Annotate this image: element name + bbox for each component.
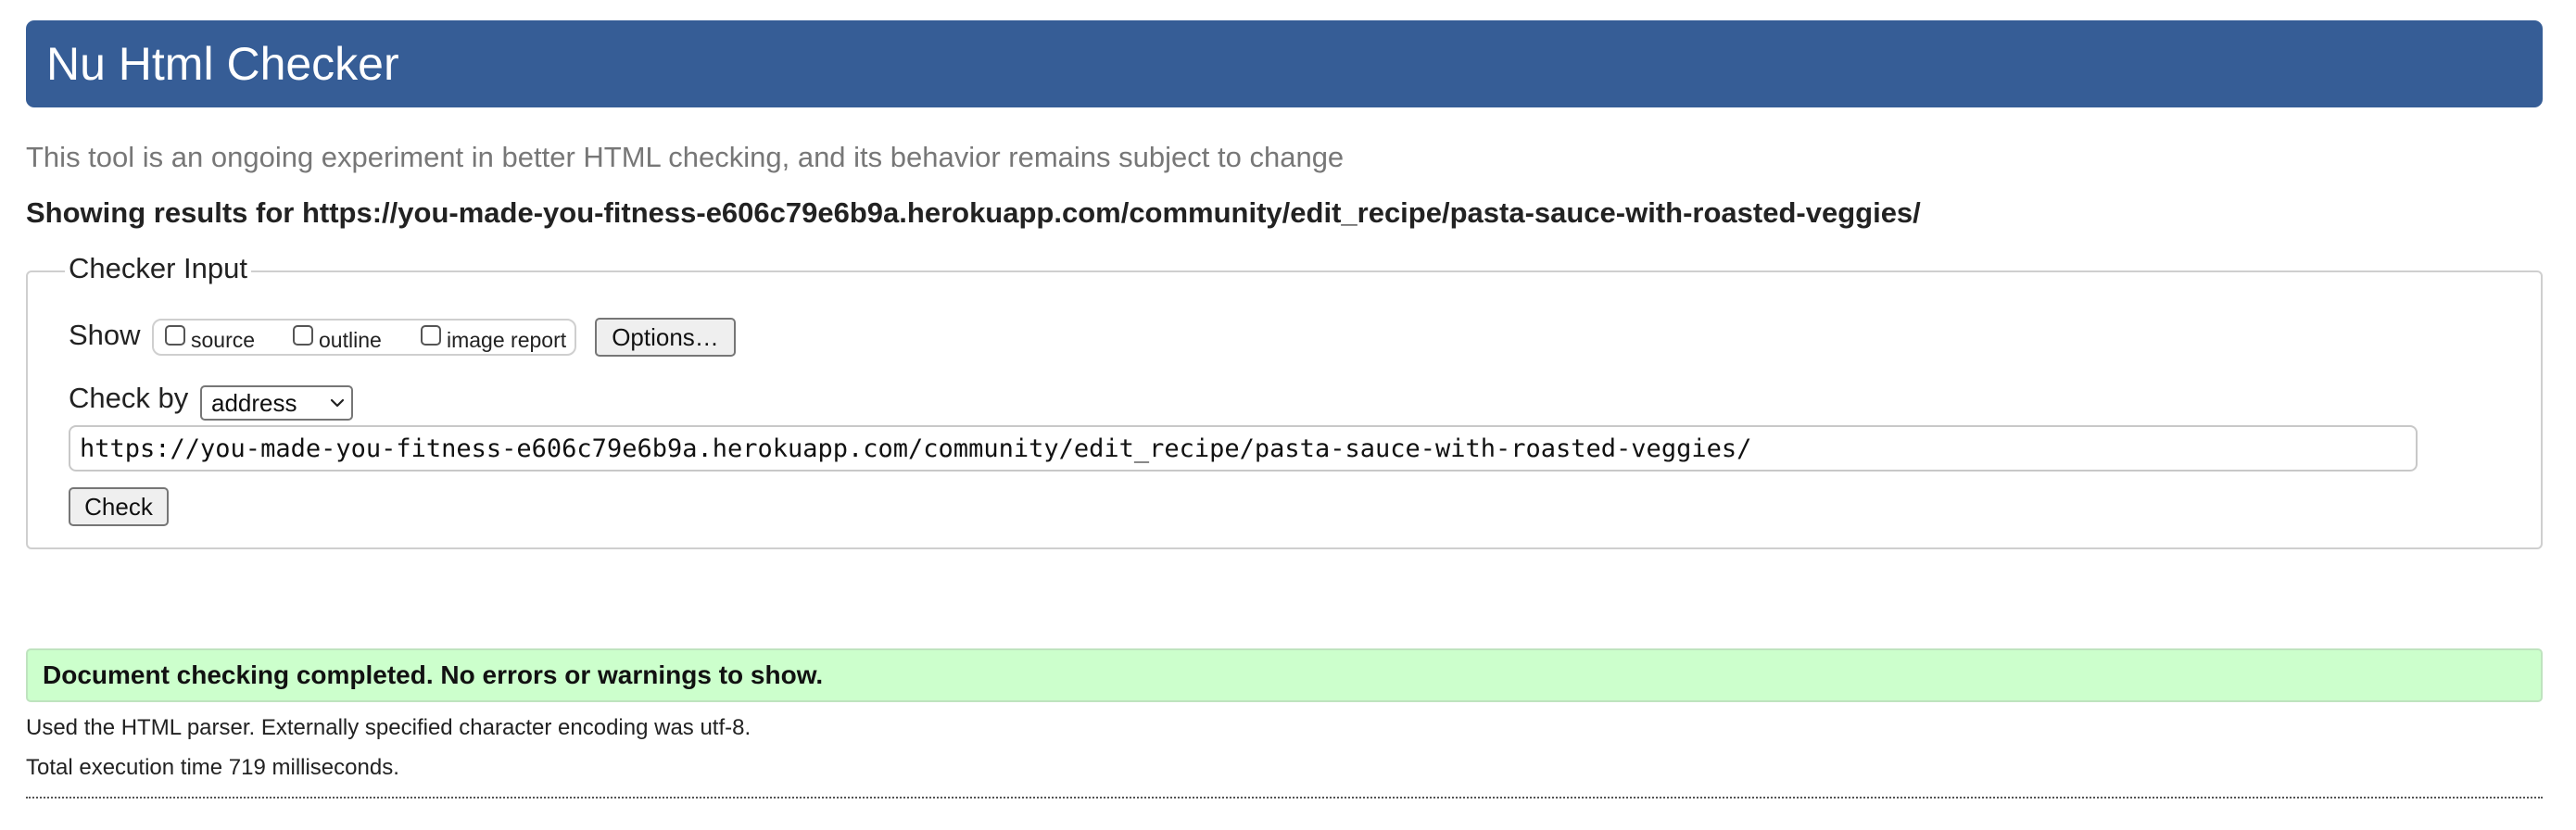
checker-input-fieldset: Checker Input Show source outline image …: [26, 252, 2543, 549]
outline-checkbox-label: outline: [319, 327, 382, 352]
image-report-checkbox[interactable]: [421, 325, 441, 346]
show-source-option[interactable]: source: [165, 321, 255, 354]
execution-time: Total execution time 719 milliseconds.: [26, 755, 399, 780]
parser-info: Used the HTML parser. Externally specifi…: [26, 715, 751, 740]
show-label: Show: [69, 319, 141, 351]
results-for-heading: Showing results for https://you-made-you…: [26, 196, 1921, 229]
address-input[interactable]: https://you-made-you-fitness-e606c79e6b9…: [69, 425, 2418, 472]
check-by-select[interactable]: address: [200, 385, 353, 421]
check-button[interactable]: Check: [69, 487, 169, 526]
dotted-divider: [26, 797, 2543, 799]
image-report-checkbox-label: image report: [447, 327, 567, 352]
check-by-selected-value: address: [211, 388, 297, 417]
page-title: Nu Html Checker: [46, 38, 399, 90]
source-checkbox[interactable]: [165, 325, 185, 346]
success-message: Document checking completed. No errors o…: [26, 648, 2543, 702]
show-outline-option[interactable]: outline: [293, 321, 382, 354]
outline-checkbox[interactable]: [293, 325, 313, 346]
options-button[interactable]: Options…: [595, 318, 736, 357]
page: Nu Html Checker This tool is an ongoing …: [0, 0, 2576, 830]
checker-input-legend: Checker Input: [65, 252, 251, 285]
source-checkbox-label: source: [191, 327, 256, 352]
tool-description: This tool is an ongoing experiment in be…: [26, 141, 1345, 173]
chevron-down-icon: [330, 398, 345, 408]
header-bar: Nu Html Checker: [26, 20, 2543, 107]
show-image-report-option[interactable]: image report: [421, 321, 566, 354]
show-options-group: source outline image report: [152, 319, 576, 356]
check-by-label: Check by: [69, 382, 189, 414]
